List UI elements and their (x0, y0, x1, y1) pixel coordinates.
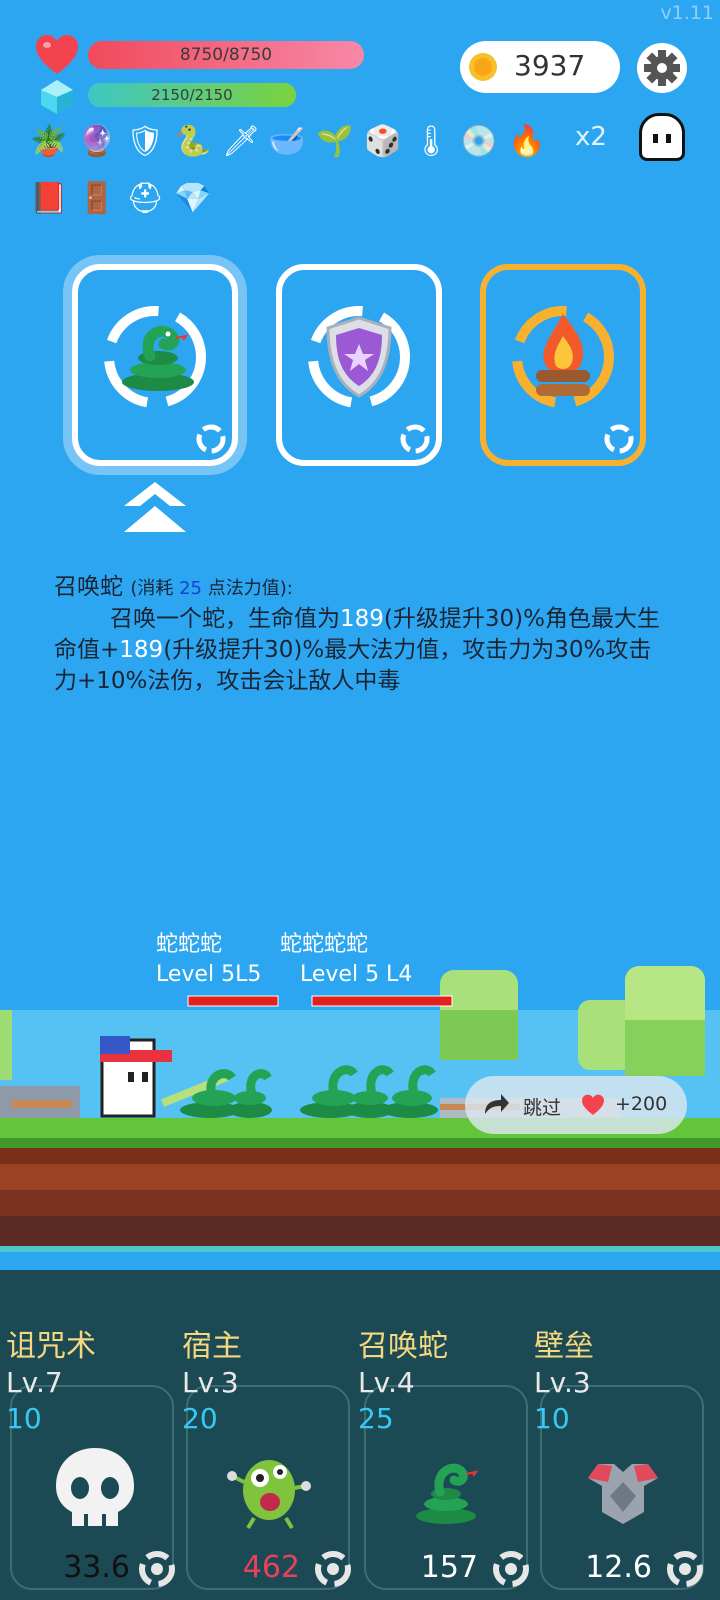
helmet-icon: ⛑ (125, 181, 165, 216)
ring-icon: 💿 (460, 124, 498, 159)
dice-icon: 🎲 (364, 124, 402, 159)
cooldown-icon (315, 1551, 351, 1587)
skull-book-icon: 📕 (30, 181, 68, 216)
skill-value: 12.6 (585, 1550, 652, 1585)
skill-cost: 25 (358, 1402, 394, 1435)
coin-counter: 3937 (460, 41, 620, 93)
version-label: v1.11 (660, 2, 714, 24)
choice-card-campfire[interactable] (480, 264, 646, 466)
skill-level: Lv.4 (358, 1366, 415, 1399)
skill-value: 33.6 (63, 1550, 130, 1585)
skill-name: 诅咒术 (6, 1329, 96, 1364)
choice-card-snake[interactable] (72, 264, 238, 466)
cost-value: 25 (179, 578, 202, 599)
skull-icon (56, 1448, 134, 1526)
mana-crystal-icon (41, 80, 73, 114)
mp-bar: 2150/2150 (88, 83, 296, 107)
heart-icon (36, 35, 78, 74)
skill-level: Lv.3 (182, 1366, 239, 1399)
unit-names-left: 蛇蛇蛇 (156, 932, 223, 957)
settings-gear-icon[interactable] (636, 42, 688, 94)
coin-icon (469, 53, 497, 81)
multiplier-label: x2 (575, 122, 607, 152)
skill-value: 157 (420, 1550, 478, 1585)
reroll-icon[interactable] (602, 422, 636, 456)
unit-levels-right: Level 5 L4 (300, 962, 413, 987)
skill-name: 宿主 (182, 1329, 242, 1364)
coin-value: 3937 (514, 49, 586, 82)
skill-cost: 20 (182, 1402, 218, 1435)
hp-text: 8750/8750 (179, 45, 273, 65)
germ-monster-icon (227, 1460, 311, 1530)
diamond-icon: 💎 (174, 181, 212, 216)
hp-bar: 8750/8750 (88, 41, 364, 69)
skip-arrow-icon (485, 1094, 509, 1114)
shield-icon: 🛡 (125, 124, 165, 159)
shield-card-icon (308, 306, 410, 408)
selection-chevron-icon (124, 482, 186, 532)
reroll-icon[interactable] (398, 422, 432, 456)
skill-value: 462 (242, 1550, 300, 1585)
thermometer-icon: 🌡 (411, 124, 451, 159)
skill-title: 召唤蛇 (54, 574, 123, 600)
desc-value-1: 189 (340, 606, 384, 632)
sapling-icon: 🌱 (316, 124, 354, 159)
skill-name: 壁垒 (534, 1329, 594, 1364)
armor-icon (588, 1464, 658, 1524)
choice-card-shield[interactable] (276, 264, 442, 466)
unit-levels-left: Level 5L5 (156, 962, 262, 987)
heart-icon (582, 1094, 604, 1115)
cooldown-icon (493, 1551, 529, 1587)
cooldown-icon (667, 1551, 703, 1587)
skill-level: Lv.3 (534, 1366, 591, 1399)
skill-cost: 10 (6, 1402, 42, 1435)
crystal-ball-icon: 🔮 (78, 124, 116, 159)
skill-cost: 10 (534, 1402, 570, 1435)
mp-text: 2150/2150 (151, 86, 233, 104)
cost-prefix: (消耗 (130, 578, 180, 599)
sprout-pot-icon: 🪴 (30, 124, 68, 159)
snake-icon (416, 1463, 479, 1524)
skip-reward: +200 (615, 1093, 668, 1115)
sword-icon: 🗡 (221, 124, 261, 159)
unit-names-right: 蛇蛇蛇蛇 (280, 932, 369, 957)
skip-label: 跳过 (523, 1097, 562, 1119)
cost-suffix: 点法力值): (201, 578, 293, 599)
skill-description: 召唤蛇 (消耗 25 点法力值): 召唤一个蛇，生命值为189(升级提升30)%… (54, 572, 664, 697)
reroll-icon[interactable] (194, 422, 228, 456)
skip-button[interactable]: 跳过 +200 (465, 1076, 687, 1134)
cooldown-icon (139, 1551, 175, 1587)
campfire-card-icon (512, 306, 614, 408)
door-icon: 🚪 (78, 181, 116, 216)
desc-value-2: 189 (119, 637, 164, 663)
snake-summon-icon (104, 306, 206, 408)
campfire-icon: 🔥 (508, 124, 546, 159)
skill-name: 召唤蛇 (358, 1329, 448, 1364)
skill-level: Lv.7 (6, 1366, 63, 1399)
desc-part-1: 召唤一个蛇，生命值为 (110, 606, 340, 632)
ghost-icon[interactable] (639, 113, 685, 161)
mortar-icon: 🥣 (268, 124, 306, 159)
snake-icon: 🐍 (174, 124, 212, 159)
